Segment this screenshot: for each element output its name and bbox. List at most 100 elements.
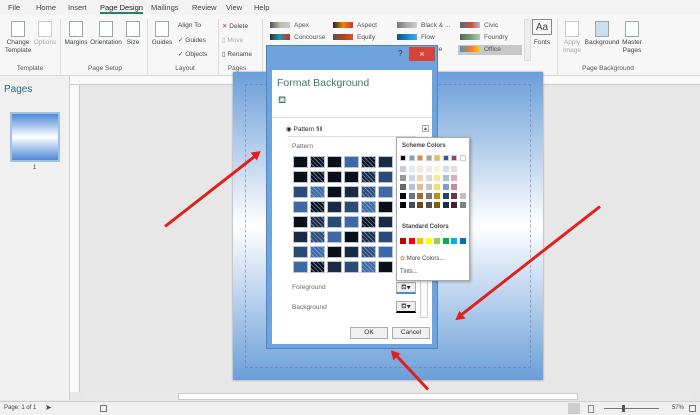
tint-color-swatch[interactable]	[442, 166, 449, 172]
pattern-swatch[interactable]	[361, 201, 376, 213]
pattern-swatch[interactable]	[327, 261, 342, 273]
more-colors-item[interactable]: ✿ More Colors...	[400, 255, 444, 262]
pattern-swatch[interactable]	[361, 171, 376, 183]
pattern-swatch[interactable]	[310, 201, 325, 213]
tint-color-swatch[interactable]	[459, 202, 466, 208]
scheme-color-swatch[interactable]	[425, 155, 432, 161]
pattern-swatch[interactable]	[310, 231, 325, 243]
fit-page-button[interactable]	[689, 405, 696, 412]
scheme-color-swatch[interactable]	[442, 155, 449, 161]
pattern-swatch[interactable]	[361, 261, 376, 273]
theme-equity[interactable]: Equity	[333, 34, 375, 44]
tab-insert[interactable]: Insert	[68, 3, 87, 12]
pattern-swatch[interactable]	[344, 216, 359, 228]
pattern-swatch[interactable]	[310, 246, 325, 258]
pattern-swatch[interactable]	[327, 216, 342, 228]
cancel-button[interactable]: Cancel	[392, 327, 430, 339]
pattern-swatch[interactable]	[310, 186, 325, 198]
single-page-view-button[interactable]	[568, 403, 580, 414]
scheme-color-swatch[interactable]	[451, 155, 457, 161]
standard-color-swatch[interactable]	[400, 238, 406, 244]
pattern-swatch[interactable]	[378, 201, 393, 213]
tint-color-swatch[interactable]	[442, 193, 449, 199]
tint-color-swatch[interactable]	[451, 166, 457, 172]
pattern-swatch[interactable]	[344, 201, 359, 213]
scheme-color-swatch[interactable]	[434, 155, 440, 161]
tint-color-swatch[interactable]	[459, 175, 466, 181]
pattern-swatch[interactable]	[344, 186, 359, 198]
objects-checkbox[interactable]: ✓ Objects	[178, 50, 207, 58]
tint-color-swatch[interactable]	[434, 166, 440, 172]
tint-color-swatch[interactable]	[408, 202, 415, 208]
horizontal-scrollbar[interactable]	[85, 392, 690, 401]
background-button[interactable]: Background	[584, 21, 620, 47]
pattern-fill-radio[interactable]: ◉ Pattern fill	[286, 125, 322, 133]
pattern-swatch[interactable]	[310, 156, 325, 168]
theme-flow[interactable]: Flow	[397, 34, 435, 44]
pattern-swatch[interactable]	[378, 231, 393, 243]
tint-color-swatch[interactable]	[459, 166, 466, 172]
tint-color-swatch[interactable]	[459, 193, 466, 199]
tint-color-swatch[interactable]	[425, 166, 432, 172]
tint-color-swatch[interactable]	[417, 175, 423, 181]
orientation-button[interactable]: Orientation	[89, 21, 123, 47]
two-page-view-button[interactable]	[588, 405, 594, 413]
tint-color-swatch[interactable]	[434, 193, 440, 199]
scheme-color-swatch[interactable]	[417, 155, 423, 161]
pattern-swatch[interactable]	[293, 156, 308, 168]
standard-color-swatch[interactable]	[408, 238, 415, 244]
pattern-swatch[interactable]	[361, 156, 376, 168]
help-button[interactable]: ?	[398, 49, 402, 58]
guides-checkbox[interactable]: ✓ Guides	[178, 36, 206, 44]
tint-color-swatch[interactable]	[417, 193, 423, 199]
tint-color-swatch[interactable]	[408, 166, 415, 172]
pattern-swatch[interactable]	[327, 246, 342, 258]
rename-button[interactable]: ▯ Rename	[222, 50, 252, 58]
tint-color-swatch[interactable]	[400, 175, 406, 181]
collapse-button[interactable]: ▲	[422, 125, 429, 132]
pattern-swatch[interactable]	[293, 171, 308, 183]
change-template-button[interactable]: Change Template	[3, 21, 33, 55]
pattern-swatch[interactable]	[310, 216, 325, 228]
fill-bucket-icon[interactable]: ⛾	[278, 95, 286, 108]
theme-aspect[interactable]: Aspect	[333, 22, 377, 32]
fonts-button[interactable]: Aa Fonts	[532, 19, 552, 47]
pattern-swatch[interactable]	[327, 156, 342, 168]
tab-home[interactable]: Home	[36, 3, 56, 12]
tint-color-swatch[interactable]	[425, 202, 432, 208]
tints-item[interactable]: Tints...	[400, 269, 418, 275]
theme-office[interactable]: Office	[458, 45, 522, 55]
scheme-color-swatch[interactable]	[459, 155, 466, 161]
page-thumbnail[interactable]	[10, 112, 60, 162]
tint-color-swatch[interactable]	[451, 184, 457, 190]
standard-color-swatch[interactable]	[442, 238, 449, 244]
pattern-swatch[interactable]	[293, 186, 308, 198]
theme-concourse[interactable]: Concourse	[270, 34, 325, 44]
pattern-swatch[interactable]	[344, 246, 359, 258]
pattern-swatch[interactable]	[378, 171, 393, 183]
tint-color-swatch[interactable]	[408, 184, 415, 190]
standard-color-swatch[interactable]	[425, 238, 432, 244]
theme-black[interactable]: Black & ...	[397, 22, 450, 32]
theme-foundry[interactable]: Foundry	[460, 34, 508, 44]
zoom-slider[interactable]	[604, 405, 659, 412]
scheme-color-swatch[interactable]	[400, 155, 406, 161]
tint-color-swatch[interactable]	[408, 175, 415, 181]
tint-color-swatch[interactable]	[434, 175, 440, 181]
pattern-swatch[interactable]	[327, 231, 342, 243]
pattern-swatch[interactable]	[327, 171, 342, 183]
tint-color-swatch[interactable]	[434, 202, 440, 208]
tint-color-swatch[interactable]	[442, 175, 449, 181]
pattern-swatch[interactable]	[344, 156, 359, 168]
pattern-swatch[interactable]	[310, 261, 325, 273]
delete-button[interactable]: ✕ Delete	[222, 22, 248, 30]
pattern-swatch[interactable]	[293, 201, 308, 213]
tint-color-swatch[interactable]	[459, 184, 466, 190]
tint-color-swatch[interactable]	[400, 202, 406, 208]
tint-color-swatch[interactable]	[417, 202, 423, 208]
pattern-swatch[interactable]	[293, 231, 308, 243]
background-color-picker[interactable]: ⛾▾	[396, 301, 416, 313]
tint-color-swatch[interactable]	[451, 175, 457, 181]
pattern-swatch[interactable]	[378, 186, 393, 198]
theme-apex[interactable]: Apex	[270, 22, 309, 32]
